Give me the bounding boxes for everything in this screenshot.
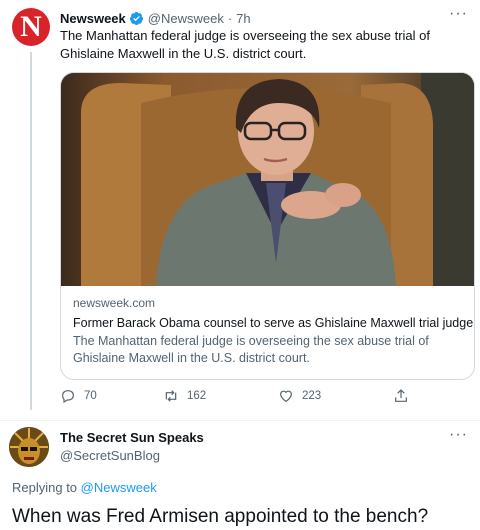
reply-tweet[interactable]: The Secret Sun Speaks @SecretSunBlog ···…	[0, 421, 480, 530]
retweet-icon	[165, 390, 177, 402]
tweet-header: Newsweek @Newsweek · 7h ···	[60, 5, 468, 27]
link-card-body: newsweek.com Former Barack Obama counsel…	[61, 286, 474, 367]
share-icon	[395, 389, 407, 402]
tweet-timestamp[interactable]: 7h	[236, 11, 250, 26]
link-card-domain: newsweek.com	[73, 296, 156, 310]
like-button[interactable]: 223	[278, 388, 321, 404]
link-card-title: Former Barack Obama counsel to serve as …	[73, 316, 474, 330]
reply-button[interactable]: 70	[60, 388, 97, 404]
reply-count: 70	[84, 390, 97, 402]
like-count: 223	[302, 390, 322, 402]
separator-dot: ·	[227, 10, 233, 26]
retweet-count: 162	[187, 390, 207, 402]
heart-icon	[280, 390, 292, 403]
verified-badge-icon	[129, 11, 143, 25]
reply-icon	[62, 390, 74, 404]
secret-sun-avatar[interactable]	[9, 427, 49, 467]
reply-more-options-icon[interactable]: ···	[449, 426, 468, 444]
more-options-icon[interactable]: ···	[449, 5, 468, 23]
newsweek-logo-letter: N	[20, 10, 42, 43]
tweet-text: The Manhattan federal judge is overseein…	[60, 28, 431, 61]
author-handle[interactable]: @Newsweek	[148, 11, 224, 26]
share-button[interactable]	[393, 388, 417, 404]
replying-to-line: Replying to @Newsweek	[12, 480, 157, 495]
tweet-actions-bar: 70 162 223	[60, 388, 460, 408]
mask-avatar-illustration	[9, 427, 49, 467]
author-name[interactable]: Newsweek	[60, 11, 126, 26]
newsweek-avatar[interactable]: N	[12, 8, 50, 46]
judge-photo-illustration	[61, 73, 474, 286]
retweet-button[interactable]: 162	[163, 388, 206, 404]
replying-to-link[interactable]: @Newsweek	[81, 480, 157, 495]
replying-to-prefix: Replying to	[12, 480, 81, 495]
link-card-description: The Manhattan federal judge is overseein…	[73, 334, 429, 365]
reply-author-handle[interactable]: @SecretSunBlog	[60, 448, 160, 463]
reply-author-name[interactable]: The Secret Sun Speaks	[60, 430, 204, 445]
link-card[interactable]: newsweek.com Former Barack Obama counsel…	[60, 72, 475, 380]
link-card-image[interactable]	[61, 73, 474, 286]
reply-text: When was Fred Armisen appointed to the b…	[12, 506, 429, 527]
thread-connector-line	[30, 52, 32, 410]
tweet-newsweek[interactable]: N Newsweek @Newsweek · 7h ··· The Manhat…	[0, 0, 480, 420]
